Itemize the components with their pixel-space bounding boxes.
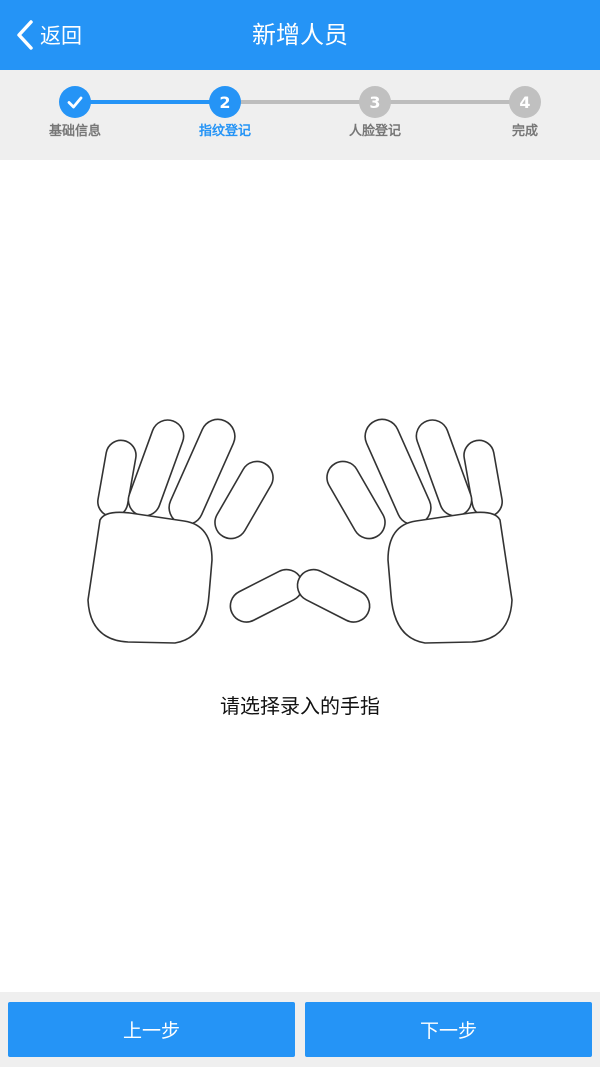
step-label: 指纹登记 <box>198 124 251 139</box>
app-header: 返回 新增人员 <box>0 0 600 70</box>
step-circle-done <box>59 86 91 118</box>
step-circle-pending: 3 <box>359 86 391 118</box>
step-complete: 4 完成 <box>475 86 575 139</box>
footer-bar: 上一步 下一步 <box>0 992 600 1067</box>
step-fingerprint: 2 指纹登记 <box>175 86 275 139</box>
step-circle-active: 2 <box>209 86 241 118</box>
left-hand <box>87 418 308 644</box>
next-step-button[interactable]: 下一步 <box>305 1002 592 1057</box>
left-palm <box>87 511 213 644</box>
step-basic-info: 基础信息 <box>25 86 125 139</box>
step-label: 人脸登记 <box>348 124 401 139</box>
left-thumb[interactable] <box>225 564 308 627</box>
checkmark-icon <box>67 96 83 109</box>
previous-step-button[interactable]: 上一步 <box>8 1002 295 1057</box>
step-face: 3 人脸登记 <box>325 86 425 139</box>
main-content: 请选择录入的手指 <box>0 160 600 992</box>
page-title: 新增人员 <box>252 21 348 49</box>
hands-diagram <box>80 410 520 650</box>
step-label: 完成 <box>511 124 538 139</box>
select-finger-prompt: 请选择录入的手指 <box>220 694 380 718</box>
progress-stepper: 基础信息 2 指纹登记 3 人脸登记 4 完成 <box>0 70 600 160</box>
right-hand <box>292 418 513 644</box>
step-label: 基础信息 <box>48 124 101 139</box>
step-circle-pending: 4 <box>509 86 541 118</box>
right-thumb[interactable] <box>292 564 375 627</box>
right-palm <box>387 511 513 644</box>
